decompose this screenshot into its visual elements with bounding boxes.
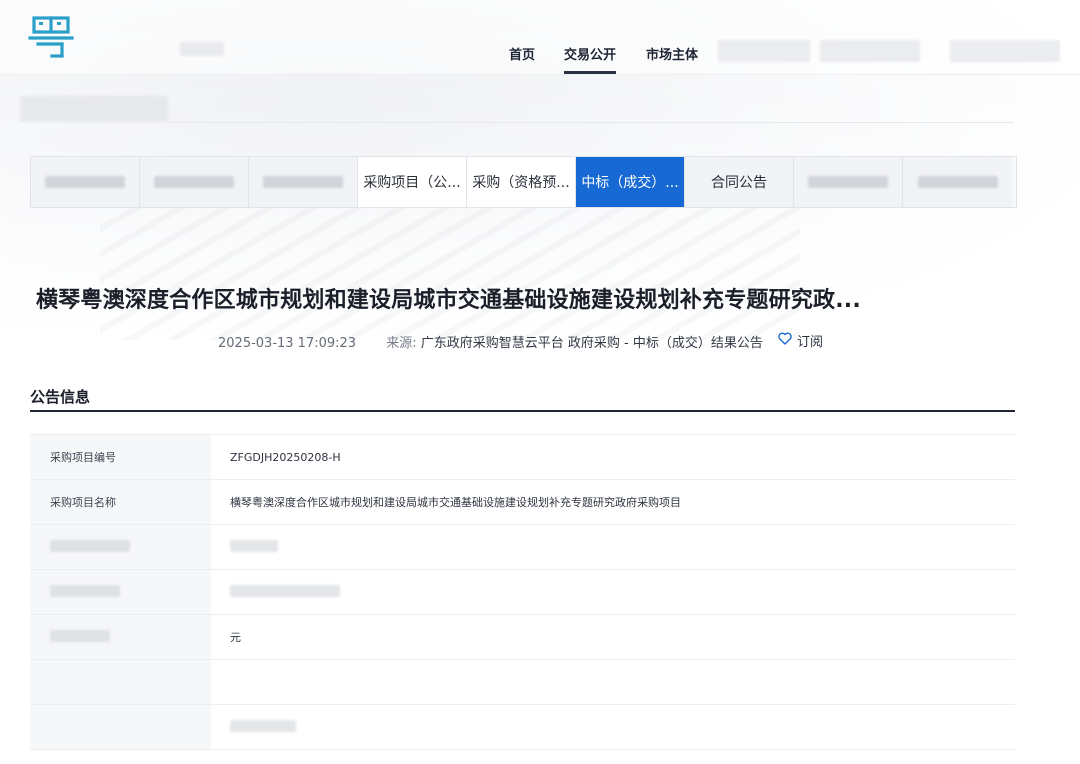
blurred-breadcrumb bbox=[20, 96, 168, 122]
blurred-text bbox=[230, 719, 296, 732]
field-value: 横琴粤澳深度合作区城市规划和建设局城市交通基础设施建设规划补充专题研究政府采购项… bbox=[211, 479, 1015, 525]
blurred-text bbox=[50, 539, 130, 552]
blurred-tab-label bbox=[917, 176, 998, 188]
field-label-blurred bbox=[30, 659, 211, 705]
field-value: ZFGDJH20250208-H bbox=[211, 434, 1015, 480]
section-title: 公告信息 bbox=[30, 388, 91, 406]
field-label: 采购项目编号 bbox=[30, 434, 211, 480]
tab-procurement-project[interactable]: 采购项目（公... bbox=[358, 157, 467, 207]
table-row: 采购项目名称 横琴粤澳深度合作区城市规划和建设局城市交通基础设施建设规划补充专题… bbox=[30, 479, 1015, 525]
blurred-tab-label bbox=[154, 176, 234, 188]
tab-blurred-2[interactable] bbox=[140, 157, 249, 207]
field-label-blurred bbox=[30, 524, 211, 570]
background-texture bbox=[100, 200, 800, 340]
table-row bbox=[30, 569, 1015, 615]
tab-blurred-1[interactable] bbox=[31, 157, 140, 207]
tab-procurement-prequalification[interactable]: 采购（资格预... bbox=[467, 157, 576, 207]
field-label-blurred bbox=[30, 569, 211, 615]
blurred-tab-label bbox=[263, 176, 343, 188]
section-divider bbox=[30, 410, 1015, 412]
source-text: 广东政府采购智慧云平台 政府采购 - 中标（成交）结果公告 bbox=[420, 336, 763, 351]
page-title: 横琴粤澳深度合作区城市规划和建设局城市交通基础设施建设规划补充专题研究政... bbox=[36, 288, 861, 313]
announcement-info-table: 采购项目编号 ZFGDJH20250208-H 采购项目名称 横琴粤澳深度合作区… bbox=[30, 434, 1015, 750]
table-row bbox=[30, 659, 1015, 705]
breadcrumb-divider bbox=[168, 122, 1014, 123]
field-value-blurred bbox=[211, 569, 1015, 615]
field-value-blurred bbox=[211, 704, 1015, 750]
tab-award-result[interactable]: 中标（成交）... bbox=[576, 157, 685, 207]
blurred-text bbox=[50, 584, 120, 597]
tab-blurred-8[interactable] bbox=[794, 157, 903, 207]
tab-contract-notice[interactable]: 合同公告 bbox=[685, 157, 794, 207]
field-label-blurred bbox=[30, 704, 211, 750]
table-row: 采购项目编号 ZFGDJH20250208-H bbox=[30, 434, 1015, 480]
blurred-text bbox=[50, 629, 110, 642]
source-label: 来源: bbox=[386, 336, 417, 351]
subscribe-button[interactable]: 订阅 bbox=[778, 331, 823, 350]
top-navigation-bar: 首页 交易公开 市场主体 bbox=[0, 0, 1080, 75]
blurred-tab-label bbox=[45, 176, 125, 188]
field-label-blurred bbox=[30, 614, 211, 660]
announcement-type-tabs: 采购项目（公... 采购（资格预... 中标（成交）... 合同公告 bbox=[30, 156, 1017, 208]
field-value: 元 bbox=[211, 614, 1015, 660]
tab-blurred-3[interactable] bbox=[249, 157, 358, 207]
blurred-tab-label bbox=[808, 176, 888, 188]
subscribe-label: 订阅 bbox=[797, 335, 824, 350]
field-value-blurred bbox=[211, 659, 1015, 705]
field-value-blurred bbox=[211, 524, 1015, 570]
main-nav: 首页 交易公开 市场主体 bbox=[0, 0, 1080, 74]
blurred-text bbox=[230, 584, 340, 597]
heart-icon bbox=[778, 332, 792, 349]
article-meta: 2025-03-13 17:09:23 来源: 广东政府采购智慧云平台 政府采购… bbox=[218, 332, 763, 351]
table-row bbox=[30, 524, 1015, 570]
nav-home[interactable]: 首页 bbox=[509, 44, 535, 63]
tab-blurred-9[interactable] bbox=[903, 157, 1012, 207]
table-row: 元 bbox=[30, 614, 1015, 660]
nav-transactions[interactable]: 交易公开 bbox=[564, 44, 617, 74]
table-row bbox=[30, 704, 1015, 750]
publish-date: 2025-03-13 17:09:23 bbox=[218, 336, 357, 351]
nav-market-entities[interactable]: 市场主体 bbox=[646, 44, 698, 63]
field-label: 采购项目名称 bbox=[30, 479, 211, 525]
blurred-text bbox=[230, 539, 278, 552]
